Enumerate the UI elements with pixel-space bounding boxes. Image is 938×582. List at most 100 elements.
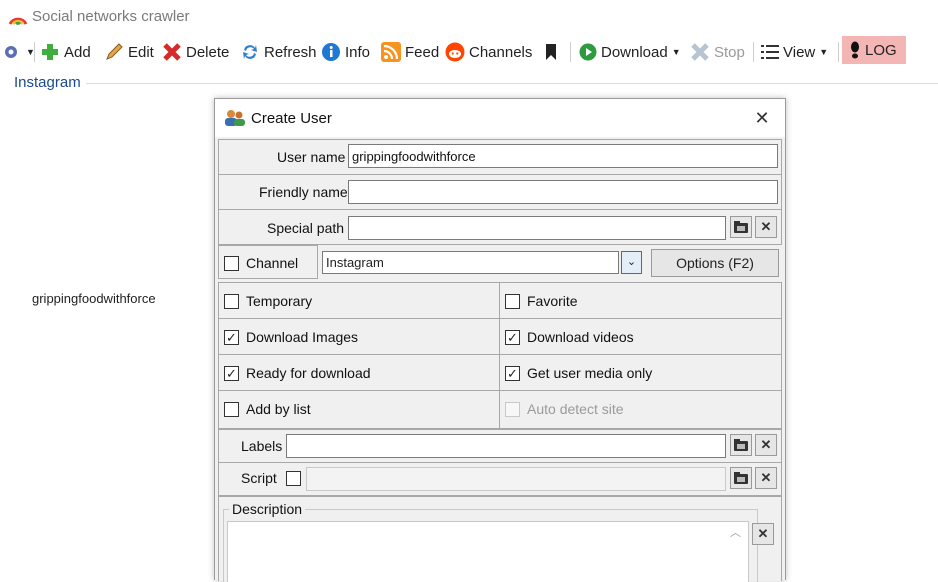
stop-label: Stop bbox=[714, 43, 745, 61]
delete-button[interactable]: Delete bbox=[162, 41, 229, 63]
labels-row: Labels ✕ bbox=[218, 429, 782, 463]
options-label: Options (F2) bbox=[676, 255, 754, 271]
username-row: User name bbox=[218, 139, 782, 175]
folder-icon bbox=[734, 439, 748, 451]
friendly-name-row: Friendly name bbox=[218, 174, 782, 210]
bookmark-icon bbox=[546, 44, 556, 60]
play-icon bbox=[579, 43, 597, 61]
dropdown-arrow-icon: ▼ bbox=[671, 47, 681, 57]
browse-folder-button[interactable] bbox=[730, 216, 752, 238]
temporary-checkbox[interactable] bbox=[224, 294, 239, 309]
create-user-dialog: Create User ✕ User name Friendly name Sp… bbox=[214, 98, 786, 582]
download-images-label: Download Images bbox=[246, 329, 359, 345]
download-videos-checkbox[interactable]: ✓ bbox=[505, 330, 520, 345]
settings-menu-button[interactable]: ▼ bbox=[2, 41, 35, 63]
refresh-button[interactable]: Refresh bbox=[240, 41, 317, 63]
channel-checkbox[interactable] bbox=[224, 256, 239, 271]
toolbar-separator bbox=[753, 42, 754, 62]
channel-row: Channel Instagram ⌄ Options (F2) bbox=[218, 245, 780, 279]
view-label: View bbox=[783, 43, 816, 61]
folder-icon bbox=[734, 472, 748, 484]
bookmark-button[interactable] bbox=[544, 41, 558, 63]
users-icon bbox=[225, 110, 245, 126]
chevron-down-icon: ⌄ bbox=[626, 256, 637, 268]
get-user-media-only-checkbox[interactable]: ✓ bbox=[505, 366, 520, 381]
site-combobox[interactable]: Instagram bbox=[322, 251, 619, 274]
log-button[interactable]: LOG bbox=[842, 36, 906, 64]
view-button[interactable]: View ▼ bbox=[761, 41, 828, 63]
edit-button[interactable]: Edit bbox=[104, 41, 154, 63]
plus-icon bbox=[42, 44, 58, 60]
favorite-label: Favorite bbox=[527, 293, 578, 309]
edit-label: Edit bbox=[128, 43, 154, 61]
tab-instagram[interactable]: Instagram bbox=[14, 74, 81, 91]
log-label: LOG bbox=[865, 41, 897, 59]
feed-button[interactable]: Feed bbox=[381, 41, 439, 63]
edit-labels-button[interactable] bbox=[730, 434, 752, 456]
close-icon[interactable]: ✕ bbox=[752, 108, 772, 128]
folder-icon bbox=[734, 221, 748, 233]
clear-labels-button[interactable]: ✕ bbox=[755, 434, 777, 456]
stop-button[interactable]: Stop bbox=[690, 41, 745, 63]
grid-divider bbox=[499, 283, 500, 428]
channels-button[interactable]: Channels bbox=[445, 41, 532, 63]
clear-x-icon: ✕ bbox=[760, 470, 772, 485]
list-view-icon bbox=[761, 45, 779, 59]
clear-x-icon: ✕ bbox=[760, 219, 772, 234]
script-checkbox[interactable] bbox=[286, 471, 301, 486]
clear-x-icon: ✕ bbox=[757, 526, 769, 541]
channels-label: Channels bbox=[469, 43, 533, 61]
delete-label: Delete bbox=[186, 43, 230, 61]
scroll-up-icon[interactable]: ︿ bbox=[730, 524, 741, 540]
dropdown-arrow-icon: ▼ bbox=[819, 47, 829, 57]
clear-description-button[interactable]: ✕ bbox=[752, 523, 774, 545]
toolbar: ▼ Add Edit Delete Refresh Info Feed Chan… bbox=[0, 36, 938, 66]
refresh-icon bbox=[243, 45, 257, 59]
script-label: Script bbox=[241, 470, 277, 486]
grid-divider bbox=[219, 390, 781, 391]
labels-input[interactable] bbox=[286, 434, 726, 458]
rss-icon bbox=[381, 42, 401, 62]
stop-x-icon bbox=[691, 43, 709, 61]
download-images-checkbox[interactable]: ✓ bbox=[224, 330, 239, 345]
download-videos-label: Download videos bbox=[527, 329, 634, 345]
channel-box: Channel bbox=[218, 245, 318, 279]
description-textarea[interactable]: ︿ bbox=[227, 521, 749, 582]
gear-icon bbox=[5, 46, 17, 58]
auto-detect-site-checkbox bbox=[505, 402, 520, 417]
ready-for-download-checkbox[interactable]: ✓ bbox=[224, 366, 239, 381]
favorite-checkbox[interactable] bbox=[505, 294, 520, 309]
labels-label: Labels bbox=[241, 438, 283, 454]
site-dropdown-button[interactable]: ⌄ bbox=[621, 251, 642, 274]
dialog-title-bar: Create User ✕ bbox=[215, 99, 785, 137]
clear-special-path-button[interactable]: ✕ bbox=[755, 216, 777, 238]
reddit-icon bbox=[445, 42, 465, 62]
ready-for-download-label: Ready for download bbox=[246, 365, 371, 381]
dialog-title: Create User bbox=[251, 110, 332, 127]
description-label: Description bbox=[229, 501, 306, 517]
add-label: Add bbox=[64, 43, 91, 61]
options-button[interactable]: Options (F2) bbox=[651, 249, 779, 277]
get-user-media-only-label: Get user media only bbox=[527, 365, 653, 381]
clear-script-button[interactable]: ✕ bbox=[755, 467, 777, 489]
site-value: Instagram bbox=[326, 255, 384, 270]
info-icon bbox=[322, 43, 340, 61]
clear-x-icon: ✕ bbox=[760, 437, 772, 452]
tab-divider bbox=[86, 83, 938, 84]
grid-divider bbox=[219, 354, 781, 355]
username-label: User name bbox=[277, 149, 346, 165]
browse-script-button[interactable] bbox=[730, 467, 752, 489]
script-row: Script ✕ bbox=[218, 462, 782, 496]
username-input[interactable] bbox=[348, 144, 778, 168]
footprint-icon bbox=[851, 41, 859, 59]
toolbar-separator bbox=[34, 42, 35, 62]
refresh-label: Refresh bbox=[264, 43, 317, 61]
friendly-name-input[interactable] bbox=[348, 180, 778, 204]
list-item[interactable]: grippingfoodwithforce bbox=[32, 291, 156, 306]
toolbar-separator bbox=[838, 42, 839, 62]
add-button[interactable]: Add bbox=[40, 41, 91, 63]
add-by-list-checkbox[interactable] bbox=[224, 402, 239, 417]
special-path-input[interactable] bbox=[348, 216, 726, 240]
info-button[interactable]: Info bbox=[321, 41, 370, 63]
download-button[interactable]: Download ▼ bbox=[579, 41, 681, 63]
